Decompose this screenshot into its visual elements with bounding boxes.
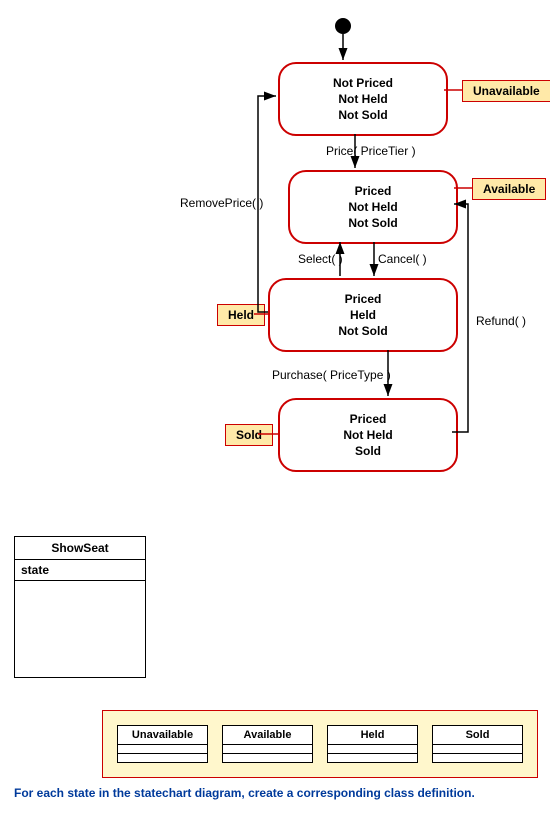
- mini-class-row: [118, 745, 207, 754]
- transition-price: Price( PriceTier ): [326, 144, 416, 158]
- state-line: Not Held: [288, 91, 438, 107]
- state-line: Not Sold: [288, 107, 438, 123]
- class-attribute: state: [15, 560, 145, 581]
- class-showseat: ShowSeat state: [14, 536, 146, 678]
- state-line: Priced: [278, 291, 448, 307]
- mini-class-title: Unavailable: [118, 726, 207, 745]
- transition-remove: RemovePrice( ): [180, 196, 263, 210]
- mini-class-row: [433, 745, 522, 754]
- note-held: Held: [217, 304, 265, 326]
- mini-class-row: [433, 754, 522, 762]
- state-priced-available: Priced Not Held Not Sold: [288, 170, 458, 244]
- state-line: Not Held: [298, 199, 448, 215]
- state-line: Priced: [288, 411, 448, 427]
- state-not-priced: Not Priced Not Held Not Sold: [278, 62, 448, 136]
- state-line: Not Sold: [298, 215, 448, 231]
- state-line: Not Sold: [278, 323, 448, 339]
- mini-class-title: Held: [328, 726, 417, 745]
- mini-class-row: [118, 754, 207, 762]
- transition-purchase: Purchase( PriceType ): [272, 368, 391, 382]
- note-sold: Sold: [225, 424, 273, 446]
- mini-class-title: Sold: [433, 726, 522, 745]
- mini-class-unavailable: Unavailable: [117, 725, 208, 763]
- mini-class-row: [328, 745, 417, 754]
- initial-state-dot: [335, 18, 351, 34]
- state-line: Held: [278, 307, 448, 323]
- class-body: [15, 581, 145, 721]
- note-unavailable: Unavailable: [462, 80, 550, 102]
- state-classes-panel: Unavailable Available Held Sold: [102, 710, 538, 778]
- transition-select: Select( ): [298, 252, 343, 266]
- state-line: Not Priced: [288, 75, 438, 91]
- state-line: Not Held: [288, 427, 448, 443]
- transition-refund: Refund( ): [476, 314, 526, 328]
- state-sold: Priced Not Held Sold: [278, 398, 458, 472]
- state-line: Sold: [288, 443, 448, 459]
- mini-class-title: Available: [223, 726, 312, 745]
- mini-class-row: [328, 754, 417, 762]
- transition-cancel: Cancel( ): [378, 252, 427, 266]
- caption-text: For each state in the statechart diagram…: [14, 786, 475, 800]
- mini-class-row: [223, 754, 312, 762]
- class-title: ShowSeat: [15, 537, 145, 560]
- mini-class-sold: Sold: [432, 725, 523, 763]
- mini-class-held: Held: [327, 725, 418, 763]
- state-held: Priced Held Not Sold: [268, 278, 458, 352]
- mini-class-available: Available: [222, 725, 313, 763]
- note-available: Available: [472, 178, 546, 200]
- state-line: Priced: [298, 183, 448, 199]
- mini-class-row: [223, 745, 312, 754]
